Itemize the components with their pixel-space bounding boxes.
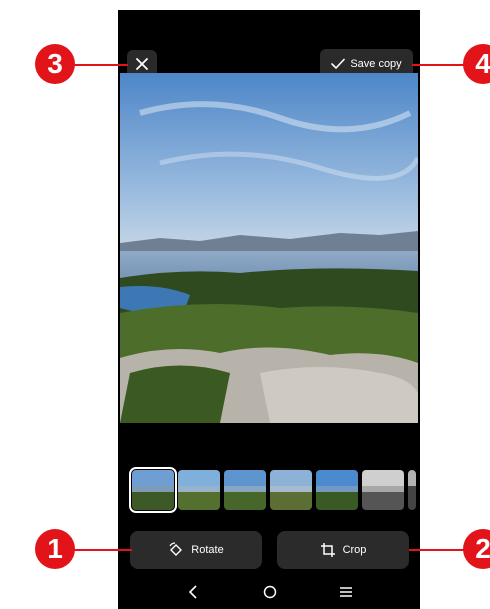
system-navigation-bar xyxy=(118,585,420,609)
filter-thumbnail-original[interactable] xyxy=(129,467,177,513)
photo-preview xyxy=(120,73,418,423)
rotate-icon xyxy=(169,542,183,556)
callout-4: 4 xyxy=(463,44,490,84)
photo-editor-screen: Save copy Rotate Crop xyxy=(118,10,420,609)
crop-icon xyxy=(320,543,335,557)
filter-thumbnail[interactable] xyxy=(408,470,416,510)
filter-thumbnail[interactable] xyxy=(224,470,266,510)
menu-lines-icon xyxy=(340,587,352,597)
callout-line-1 xyxy=(72,549,132,551)
callout-2: 2 xyxy=(463,529,490,569)
filter-thumbnail[interactable] xyxy=(270,470,312,510)
callout-1: 1 xyxy=(35,529,75,569)
filter-thumbnail[interactable] xyxy=(316,470,358,510)
recents-button[interactable] xyxy=(339,585,353,604)
callout-3: 3 xyxy=(35,44,75,84)
filter-thumbnail-mono[interactable] xyxy=(362,470,404,510)
back-chevron-icon xyxy=(188,585,197,599)
back-button[interactable] xyxy=(188,585,198,604)
home-circle-icon xyxy=(263,585,277,599)
callout-line-2 xyxy=(409,549,467,551)
callout-line-4 xyxy=(412,64,467,66)
save-copy-label: Save copy xyxy=(350,57,402,70)
filter-strip xyxy=(129,467,416,513)
rotate-button[interactable]: Rotate xyxy=(130,531,262,569)
crop-button[interactable]: Crop xyxy=(277,531,409,569)
rotate-label: Rotate xyxy=(191,544,224,556)
home-button[interactable] xyxy=(263,585,277,604)
crop-label: Crop xyxy=(342,544,367,556)
close-icon xyxy=(136,58,148,70)
callout-line-3 xyxy=(70,64,128,66)
filter-thumbnail[interactable] xyxy=(178,470,220,510)
check-icon xyxy=(331,58,346,69)
